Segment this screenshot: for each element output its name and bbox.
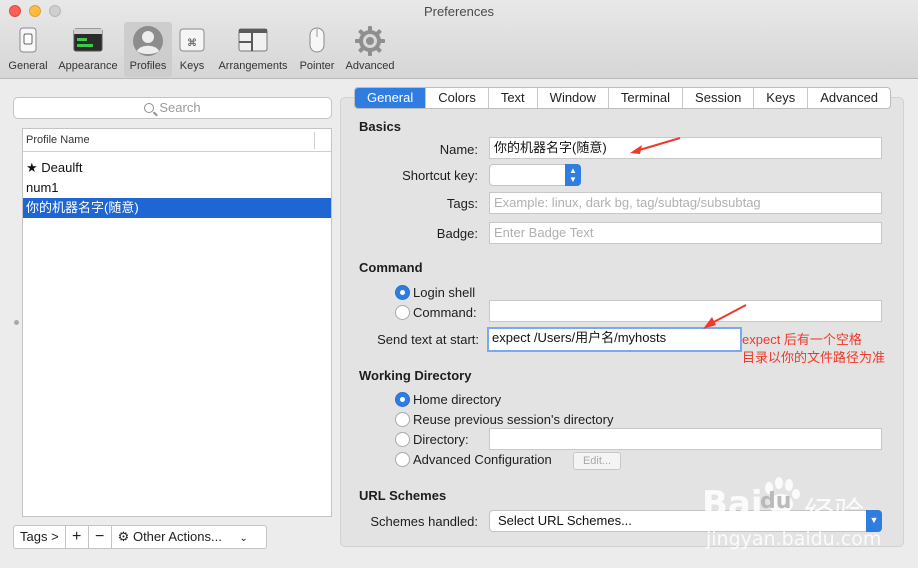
column-separator xyxy=(314,132,315,149)
schemes-handled-label: Schemes handled: xyxy=(370,514,478,529)
profile-name-column-header[interactable]: Profile Name xyxy=(23,129,331,152)
reuse-directory-radio[interactable] xyxy=(395,412,410,427)
login-shell-label: Login shell xyxy=(413,285,476,300)
watermark-brand-suffix: du xyxy=(760,489,792,514)
svg-text:⌘: ⌘ xyxy=(187,38,197,49)
url-schemes-select-value: Select URL Schemes... xyxy=(498,513,632,528)
switch-icon xyxy=(13,25,43,58)
search-icon xyxy=(144,103,155,113)
tab-general[interactable]: General xyxy=(355,88,426,108)
annotation-arrow-send-text xyxy=(703,304,747,329)
shortcut-key-label: Shortcut key: xyxy=(402,168,478,183)
directory-label: Directory: xyxy=(413,432,469,447)
chevron-updown-icon: ▲ ▼ xyxy=(565,164,581,186)
profile-tabs: General Colors Text Window Terminal Sess… xyxy=(354,87,892,109)
annotation-text-space: expect 后有一个空格 xyxy=(742,332,862,347)
profile-row-selected[interactable]: 你的机器名字(随意) xyxy=(23,198,331,218)
window-title: Preferences xyxy=(423,4,495,19)
url-schemes-heading: URL Schemes xyxy=(359,488,447,503)
toolbar-pointer[interactable]: Pointer xyxy=(296,22,338,77)
reuse-directory-label: Reuse previous session's directory xyxy=(413,412,614,427)
tab-window[interactable]: Window xyxy=(536,88,608,108)
tab-keys[interactable]: Keys xyxy=(753,88,807,108)
send-text-label: Send text at start: xyxy=(377,332,479,347)
tab-session[interactable]: Session xyxy=(682,88,753,108)
advanced-configuration-label: Advanced Configuration xyxy=(413,452,552,467)
gear-icon xyxy=(354,25,386,60)
search-placeholder: Search xyxy=(159,100,201,115)
profile-name-field[interactable]: 你的机器名字(随意) xyxy=(489,137,882,159)
tab-terminal[interactable]: Terminal xyxy=(607,88,682,108)
command-label: Command: xyxy=(413,305,477,320)
tags-toggle-button[interactable]: Tags > xyxy=(13,525,66,549)
annotation-arrow-name xyxy=(630,137,681,154)
preferences-window: Preferences General Appearance Profiles … xyxy=(0,0,918,568)
tab-advanced[interactable]: Advanced xyxy=(807,88,890,108)
toolbar-general[interactable]: General xyxy=(4,22,52,77)
other-actions-menu[interactable]: ⚙ Other Actions... ⌄ xyxy=(111,525,267,549)
chevron-down-icon: ⌄ xyxy=(239,533,248,544)
command-field[interactable] xyxy=(489,300,882,322)
add-profile-button[interactable]: + xyxy=(65,525,89,549)
gear-icon: ⚙ xyxy=(117,529,130,544)
toolbar-keys[interactable]: ⌘ Keys xyxy=(174,22,210,77)
working-directory-heading: Working Directory xyxy=(359,368,472,383)
window-layout-icon xyxy=(237,25,269,58)
tags-field[interactable]: Example: linux, dark bg, tag/subtag/subs… xyxy=(489,192,882,214)
tab-colors[interactable]: Colors xyxy=(425,88,488,108)
edit-advanced-button[interactable]: Edit... xyxy=(573,452,621,470)
terminal-window-icon xyxy=(72,25,104,58)
person-icon xyxy=(132,25,164,60)
profile-row[interactable]: num1 xyxy=(23,178,331,198)
other-actions-label: Other Actions... xyxy=(132,529,222,544)
directory-radio[interactable] xyxy=(395,432,410,447)
command-heading: Command xyxy=(359,260,423,275)
badge-field[interactable]: Enter Badge Text xyxy=(489,222,882,244)
profile-list: Profile Name ★ Deaulft num1 你的机器名字(随意) xyxy=(22,128,332,517)
profile-actions-bar: Tags > + − ⚙ Other Actions... ⌄ xyxy=(13,525,267,549)
column-header-label: Profile Name xyxy=(26,134,90,146)
toolbar-arrangements[interactable]: Arrangements xyxy=(214,22,292,77)
profile-row[interactable]: ★ Deaulft xyxy=(23,158,331,178)
name-label: Name: xyxy=(439,142,478,157)
baidu-jingyan-watermark: Bai du 经验 jingyan.baidu.com xyxy=(702,470,902,565)
watermark-brand: Bai xyxy=(702,484,763,524)
command-radio[interactable] xyxy=(395,305,410,320)
title-bar: Preferences General Appearance Profiles … xyxy=(0,0,918,79)
split-view-handle[interactable] xyxy=(14,320,19,325)
toolbar-appearance[interactable]: Appearance xyxy=(54,22,122,77)
directory-field[interactable] xyxy=(489,428,882,450)
tags-label: Tags: xyxy=(446,196,478,211)
tab-text[interactable]: Text xyxy=(487,88,537,108)
profile-search-input[interactable]: Search xyxy=(13,97,332,119)
toolbar-advanced[interactable]: Advanced xyxy=(342,22,398,77)
command-key-icon: ⌘ xyxy=(177,25,207,58)
remove-profile-button[interactable]: − xyxy=(88,525,112,549)
home-directory-radio[interactable] xyxy=(395,392,410,407)
shortcut-key-select[interactable]: ▲ ▼ xyxy=(489,164,581,186)
annotation-text-path: 目录以你的文件路径为准 xyxy=(742,350,886,365)
home-directory-label: Home directory xyxy=(413,392,502,407)
advanced-configuration-radio[interactable] xyxy=(395,452,410,467)
toolbar-profiles[interactable]: Profiles xyxy=(124,22,172,77)
watermark-url: jingyan.baidu.com xyxy=(706,528,882,550)
watermark-cn: 经验 xyxy=(804,496,864,531)
badge-label: Badge: xyxy=(436,226,478,241)
basics-heading: Basics xyxy=(359,119,401,134)
mouse-icon xyxy=(302,25,332,58)
login-shell-radio[interactable] xyxy=(395,285,410,300)
